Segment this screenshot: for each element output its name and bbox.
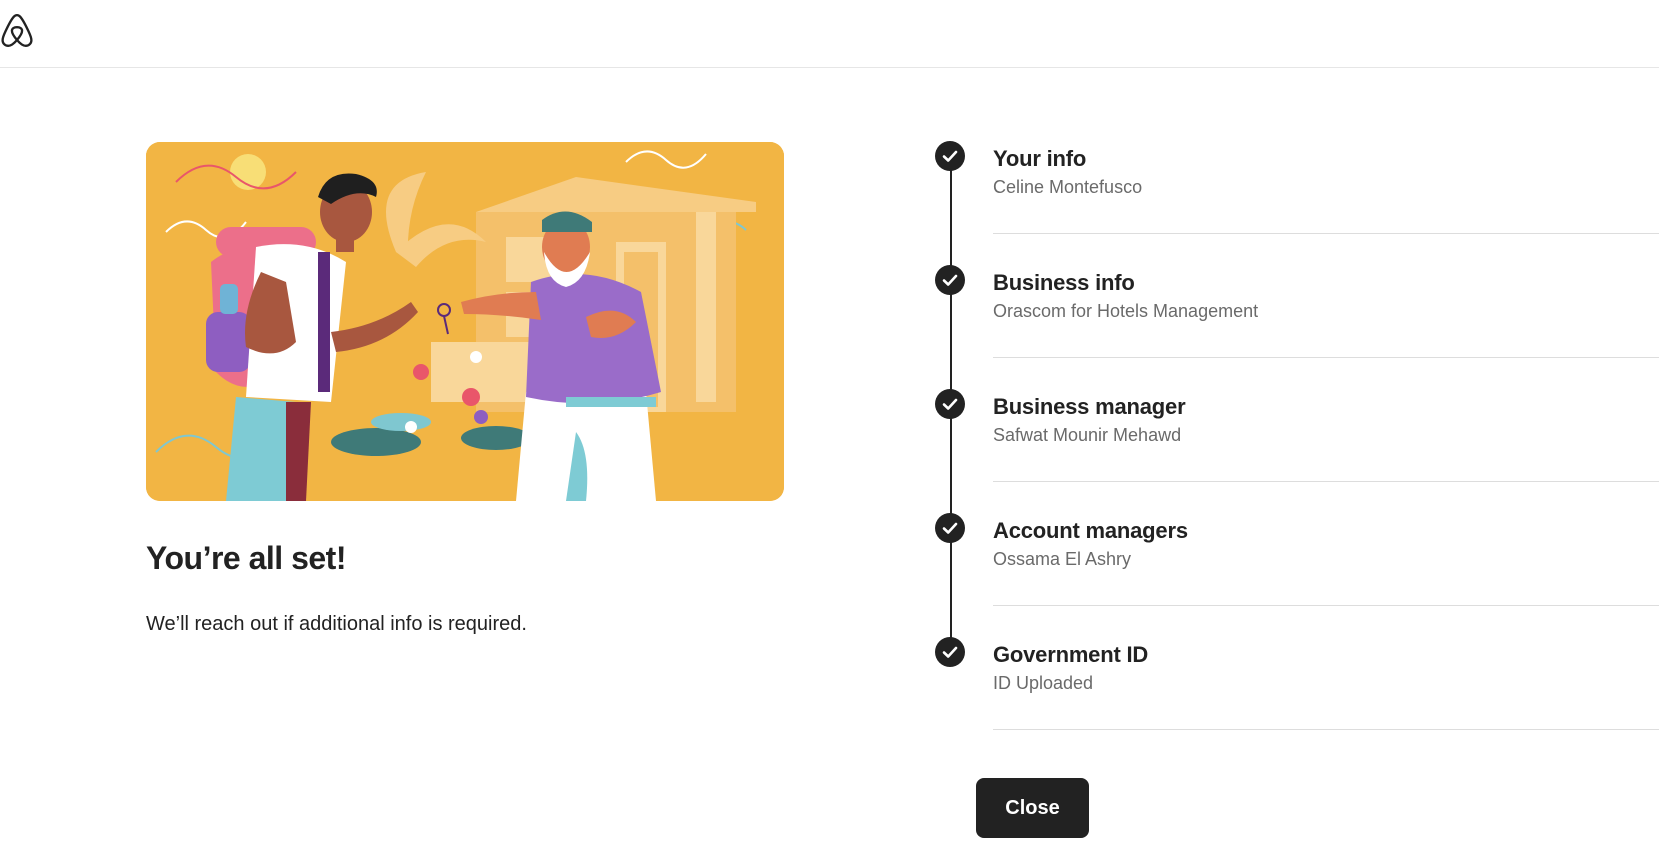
step-business-manager: Business manager Safwat Mounir Mehawd xyxy=(934,388,1659,512)
page-title: You’re all set! xyxy=(146,540,346,576)
progress-steps: Your info Celine Montefusco Business inf… xyxy=(934,140,1659,740)
checkmark-icon xyxy=(935,141,965,171)
checkmark-icon xyxy=(935,513,965,543)
step-value: Celine Montefusco xyxy=(993,177,1143,197)
divider xyxy=(993,605,1659,606)
step-value: Ossama El Ashry xyxy=(993,549,1132,569)
step-label: Account managers xyxy=(993,518,1188,543)
divider xyxy=(993,729,1659,730)
step-label: Government ID xyxy=(993,642,1149,667)
checkmark-icon xyxy=(935,265,965,295)
host-welcome-illustration xyxy=(146,142,784,501)
checkmark-icon xyxy=(935,637,965,667)
step-value: Orascom for Hotels Management xyxy=(993,301,1259,321)
page-subtitle: We’ll reach out if additional info is re… xyxy=(146,613,527,635)
step-your-info: Your info Celine Montefusco xyxy=(934,140,1659,264)
divider xyxy=(993,233,1659,234)
step-value: Safwat Mounir Mehawd xyxy=(993,425,1182,445)
airbnb-logo-icon[interactable] xyxy=(0,13,34,49)
step-account-managers: Account managers Ossama El Ashry xyxy=(934,512,1659,636)
step-business-info: Business info Orascom for Hotels Managem… xyxy=(934,264,1659,388)
divider xyxy=(993,481,1659,482)
step-label: Your info xyxy=(993,146,1087,171)
checkmark-icon xyxy=(935,389,965,419)
step-label: Business manager xyxy=(993,394,1186,419)
divider xyxy=(993,357,1659,358)
top-bar xyxy=(0,0,1659,68)
close-button[interactable]: Close xyxy=(976,778,1089,838)
step-value: ID Uploaded xyxy=(993,673,1094,693)
step-government-id: Government ID ID Uploaded xyxy=(934,636,1659,760)
step-label: Business info xyxy=(993,270,1135,295)
